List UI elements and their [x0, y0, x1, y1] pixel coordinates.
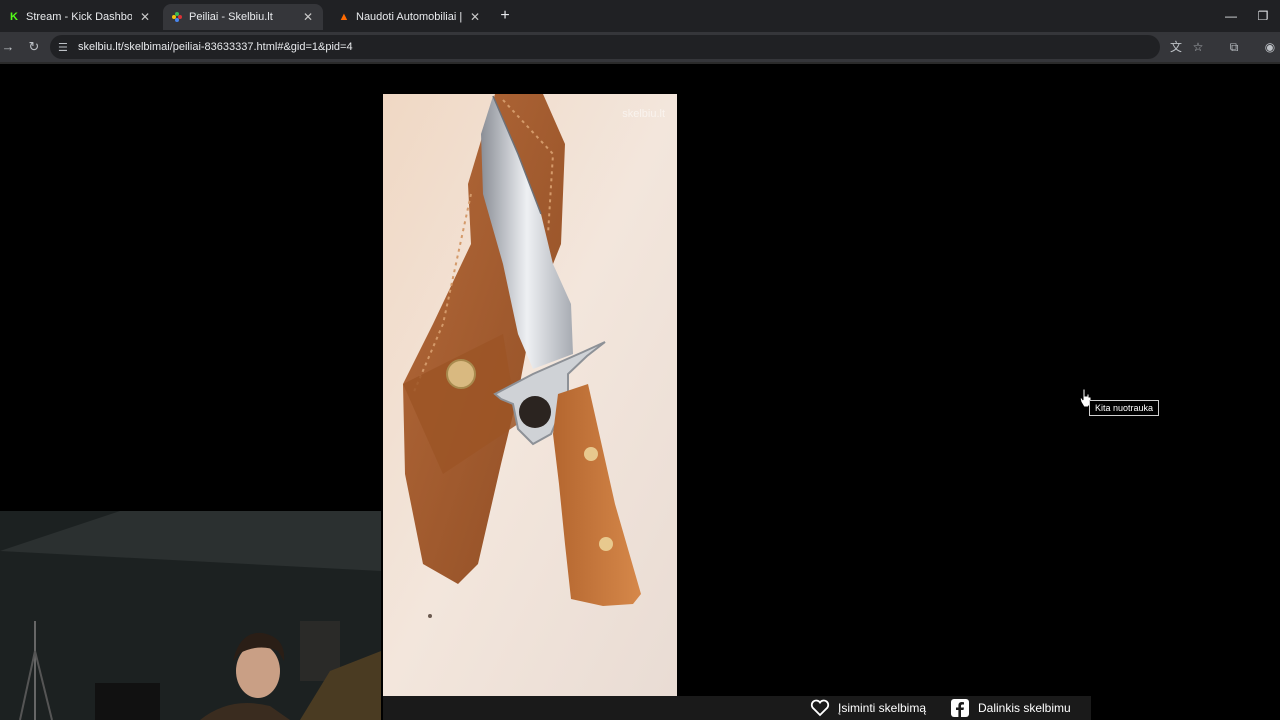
- next-photo-tooltip: Kita nuotrauka: [1089, 400, 1160, 416]
- share-ad-label: Dalinkis skelbimu: [978, 701, 1071, 715]
- tab-title: Stream - Kick Dashboard: [26, 11, 132, 23]
- browser-chrome: K Stream - Kick Dashboard ✕ Peiliai - Sk…: [0, 0, 1280, 64]
- translate-icon[interactable]: 文: [1168, 39, 1184, 55]
- tab-skelbiu[interactable]: Peiliai - Skelbiu.lt ✕: [163, 4, 323, 30]
- reload-icon[interactable]: ↻: [26, 39, 42, 55]
- url-text: skelbiu.lt/skelbimai/peiliai-83633337.ht…: [78, 41, 353, 53]
- share-ad-button[interactable]: Dalinkis skelbimu: [950, 696, 1071, 720]
- toolbar: → ↻ ☰ skelbiu.lt/skelbimai/peiliai-83633…: [0, 32, 1280, 62]
- profile-icon[interactable]: ◉: [1262, 39, 1278, 55]
- webcam-feed: [0, 511, 381, 720]
- forward-icon[interactable]: →: [0, 39, 16, 55]
- save-ad-button[interactable]: Įsiminti skelbimą: [810, 696, 926, 720]
- address-bar[interactable]: ☰ skelbiu.lt/skelbimai/peiliai-83633337.…: [50, 35, 1160, 59]
- gallery-photo[interactable]: skelbiu.lt: [383, 94, 677, 696]
- heart-icon: [810, 698, 830, 718]
- kick-logo-icon: K: [10, 11, 18, 23]
- autoplius-logo-icon: ▲: [338, 11, 350, 23]
- tab-strip: K Stream - Kick Dashboard ✕ Peiliai - Sk…: [0, 0, 1280, 32]
- tab-title: Naudoti Automobiliai | Patogu: [356, 11, 462, 23]
- gallery-actions-bar: Įsiminti skelbimą Dalinkis skelbimu: [383, 696, 1091, 720]
- save-ad-label: Įsiminti skelbimą: [838, 701, 927, 715]
- webcam-overlay: [0, 511, 381, 720]
- bookmark-star-icon[interactable]: ☆: [1190, 39, 1206, 55]
- watermark: skelbiu.lt: [622, 108, 665, 120]
- tab-autoplius[interactable]: ▲ Naudoti Automobiliai | Patogu ✕: [330, 4, 490, 30]
- tab-kick-dashboard[interactable]: K Stream - Kick Dashboard ✕: [0, 4, 160, 30]
- site-info-icon[interactable]: ☰: [58, 41, 74, 54]
- facebook-icon: [950, 698, 970, 718]
- extensions-icon[interactable]: ⧉: [1226, 39, 1242, 55]
- close-icon[interactable]: ✕: [138, 10, 152, 24]
- skelbiu-logo-icon: [171, 11, 183, 23]
- toolbar-divider: [0, 62, 1280, 64]
- knife-photo: [383, 94, 677, 696]
- close-icon[interactable]: ✕: [468, 10, 482, 24]
- new-tab-button[interactable]: +: [497, 8, 513, 24]
- minimize-icon[interactable]: —: [1223, 8, 1239, 24]
- close-icon[interactable]: ✕: [301, 10, 315, 24]
- tab-title: Peiliai - Skelbiu.lt: [189, 11, 273, 23]
- restore-icon[interactable]: ❐: [1255, 8, 1271, 24]
